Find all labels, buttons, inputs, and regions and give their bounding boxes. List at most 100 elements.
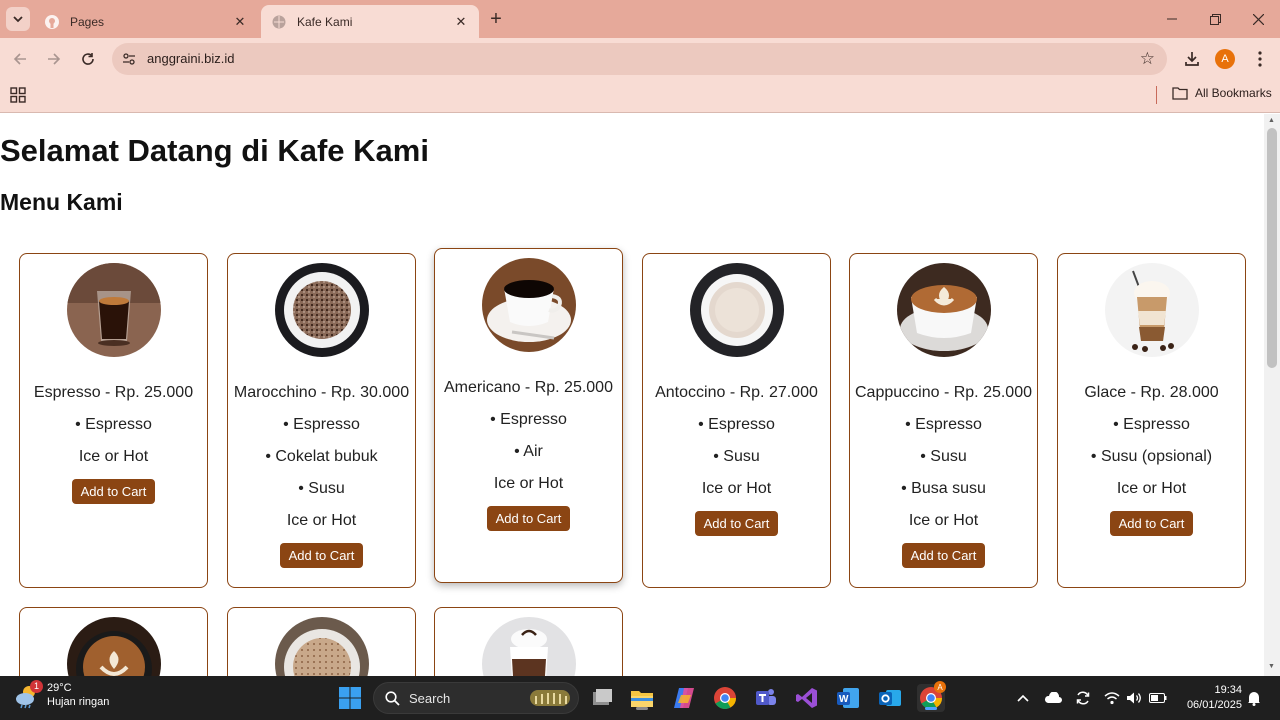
github-icon (44, 14, 60, 30)
serving-option: Ice or Hot (78, 448, 149, 465)
taskbar-search[interactable]: Search (373, 682, 579, 714)
sync-icon[interactable] (1074, 689, 1092, 707)
menu-card (434, 607, 623, 676)
reload-icon (82, 53, 94, 65)
site-info-icon[interactable] (121, 51, 137, 67)
tab-pages[interactable]: Pages ✕ (34, 5, 258, 38)
all-bookmarks-button[interactable]: All Bookmarks (1172, 86, 1272, 100)
serving-option: Ice or Hot (1116, 480, 1187, 497)
volume-icon[interactable] (1125, 689, 1143, 707)
onedrive-cloud-icon[interactable] (1044, 689, 1062, 707)
cappuccino-image (896, 263, 991, 357)
visual-studio-icon[interactable] (793, 684, 821, 712)
kebab-menu-icon (1258, 51, 1262, 67)
close-tab-icon[interactable]: ✕ (453, 14, 469, 30)
arrow-right-icon (48, 53, 61, 65)
menu-card-espresso: Espresso - Rp. 25.000 • Espresso Ice or … (19, 253, 208, 588)
menu-card-marocchino: Marocchino - Rp. 30.000 • Espresso • Cok… (227, 253, 416, 588)
file-explorer-icon[interactable] (628, 684, 656, 712)
menu-item-name: Glace - Rp. 28.000 (1084, 384, 1219, 401)
url-text: anggraini.biz.id (147, 51, 235, 66)
forward-button[interactable] (42, 47, 66, 71)
ingredient: • Susu (opsional) (1090, 448, 1213, 465)
menu-card-glace: Glace - Rp. 28.000 • Espresso • Susu (op… (1057, 253, 1246, 588)
add-to-cart-button[interactable]: Add to Cart (901, 543, 986, 568)
show-hidden-icons-chevron-up-icon[interactable] (1014, 689, 1032, 707)
bookmarks-bar: All Bookmarks (0, 80, 1280, 113)
copilot-icon[interactable] (670, 684, 698, 712)
chrome-icon[interactable] (711, 684, 739, 712)
back-button[interactable] (8, 47, 32, 71)
battery-icon[interactable] (1149, 689, 1167, 707)
page-scrollbar[interactable]: ▲ ▼ (1264, 114, 1280, 676)
glace-image (1104, 263, 1199, 357)
close-window-button[interactable] (1238, 6, 1278, 32)
globe-icon (271, 14, 287, 30)
ingredient: • Espresso (490, 411, 567, 428)
add-to-cart-button[interactable]: Add to Cart (71, 479, 156, 504)
clock-date: 06/01/2025 (1186, 699, 1242, 711)
profile-avatar[interactable]: A (1215, 49, 1235, 69)
page-title: Selamat Datang di Kafe Kami (0, 133, 429, 168)
menu-item-name: Marocchino - Rp. 30.000 (233, 384, 410, 401)
chrome-profile-badge: A (934, 681, 946, 693)
scroll-down-icon[interactable]: ▼ (1268, 663, 1275, 670)
task-view-icon[interactable] (588, 684, 616, 712)
weather-widget[interactable]: 1 29°C Hujan ringan (14, 679, 109, 709)
add-to-cart-button[interactable]: Add to Cart (1109, 511, 1194, 536)
ingredient: • Espresso (1113, 416, 1190, 433)
menu-card (227, 607, 416, 676)
tab-search-button[interactable] (6, 7, 30, 31)
weather-rain-icon: 1 (14, 679, 43, 709)
ingredient: • Espresso (75, 416, 152, 433)
word-icon[interactable]: W (834, 684, 862, 712)
arrow-left-icon (13, 53, 26, 65)
chrome-menu-button[interactable] (1248, 47, 1272, 71)
tab-title: Kafe Kami (297, 14, 353, 29)
ingredient: • Susu (713, 448, 760, 465)
notification-bell-icon[interactable] (1245, 689, 1263, 707)
cocoa-coffee-image (274, 617, 369, 676)
tab-kafe-kami[interactable]: Kafe Kami ✕ (261, 5, 479, 38)
latte-art-image (66, 617, 161, 676)
menu-item-name: Cappuccino - Rp. 25.000 (855, 384, 1032, 401)
clock-time: 19:34 (1214, 684, 1242, 696)
add-to-cart-button[interactable]: Add to Cart (486, 506, 571, 531)
restore-button[interactable] (1195, 6, 1235, 32)
downloads-button[interactable] (1180, 47, 1204, 71)
reload-button[interactable] (76, 47, 100, 71)
menu-item-name: Americano - Rp. 25.000 (444, 379, 613, 396)
menu-item-name: Antoccino - Rp. 27.000 (655, 384, 818, 401)
serving-option: Ice or Hot (908, 512, 979, 529)
close-icon (1252, 13, 1264, 25)
ingredient: • Espresso (283, 416, 360, 433)
folder-icon (1172, 87, 1188, 100)
system-clock[interactable]: 19:34 06/01/2025 (1178, 683, 1242, 713)
all-bookmarks-label: All Bookmarks (1195, 86, 1272, 100)
scroll-up-icon[interactable]: ▲ (1268, 117, 1275, 124)
chevron-down-icon (13, 16, 23, 23)
bookmark-star-icon[interactable]: ☆ (1140, 49, 1155, 69)
chrome-profile-icon[interactable]: A (917, 681, 946, 712)
minimize-icon (1167, 18, 1177, 20)
browser-toolbar: anggraini.biz.id ☆ A (0, 38, 1280, 80)
wifi-icon[interactable] (1103, 689, 1121, 707)
add-to-cart-button[interactable]: Add to Cart (694, 511, 779, 536)
windows-taskbar: 1 29°C Hujan ringan Search W A 19:34 06/… (0, 676, 1280, 720)
scrollbar-thumb[interactable] (1267, 128, 1277, 368)
teams-icon[interactable] (752, 684, 780, 712)
bookmarks-separator (1156, 86, 1157, 104)
ingredient: • Busa susu (901, 480, 986, 497)
search-highlight-icon (530, 690, 570, 706)
outlook-icon[interactable] (876, 684, 904, 712)
apps-grid-icon[interactable] (10, 87, 26, 103)
minimize-button[interactable] (1152, 6, 1192, 32)
weather-badge: 1 (30, 679, 43, 693)
ingredient: • Susu (920, 448, 967, 465)
windows-start-icon[interactable] (338, 686, 362, 710)
new-tab-button[interactable]: + (485, 8, 507, 30)
add-to-cart-button[interactable]: Add to Cart (279, 543, 364, 568)
close-tab-icon[interactable]: ✕ (232, 14, 248, 30)
address-bar[interactable]: anggraini.biz.id ☆ (112, 43, 1167, 75)
ingredient: • Susu (298, 480, 345, 497)
